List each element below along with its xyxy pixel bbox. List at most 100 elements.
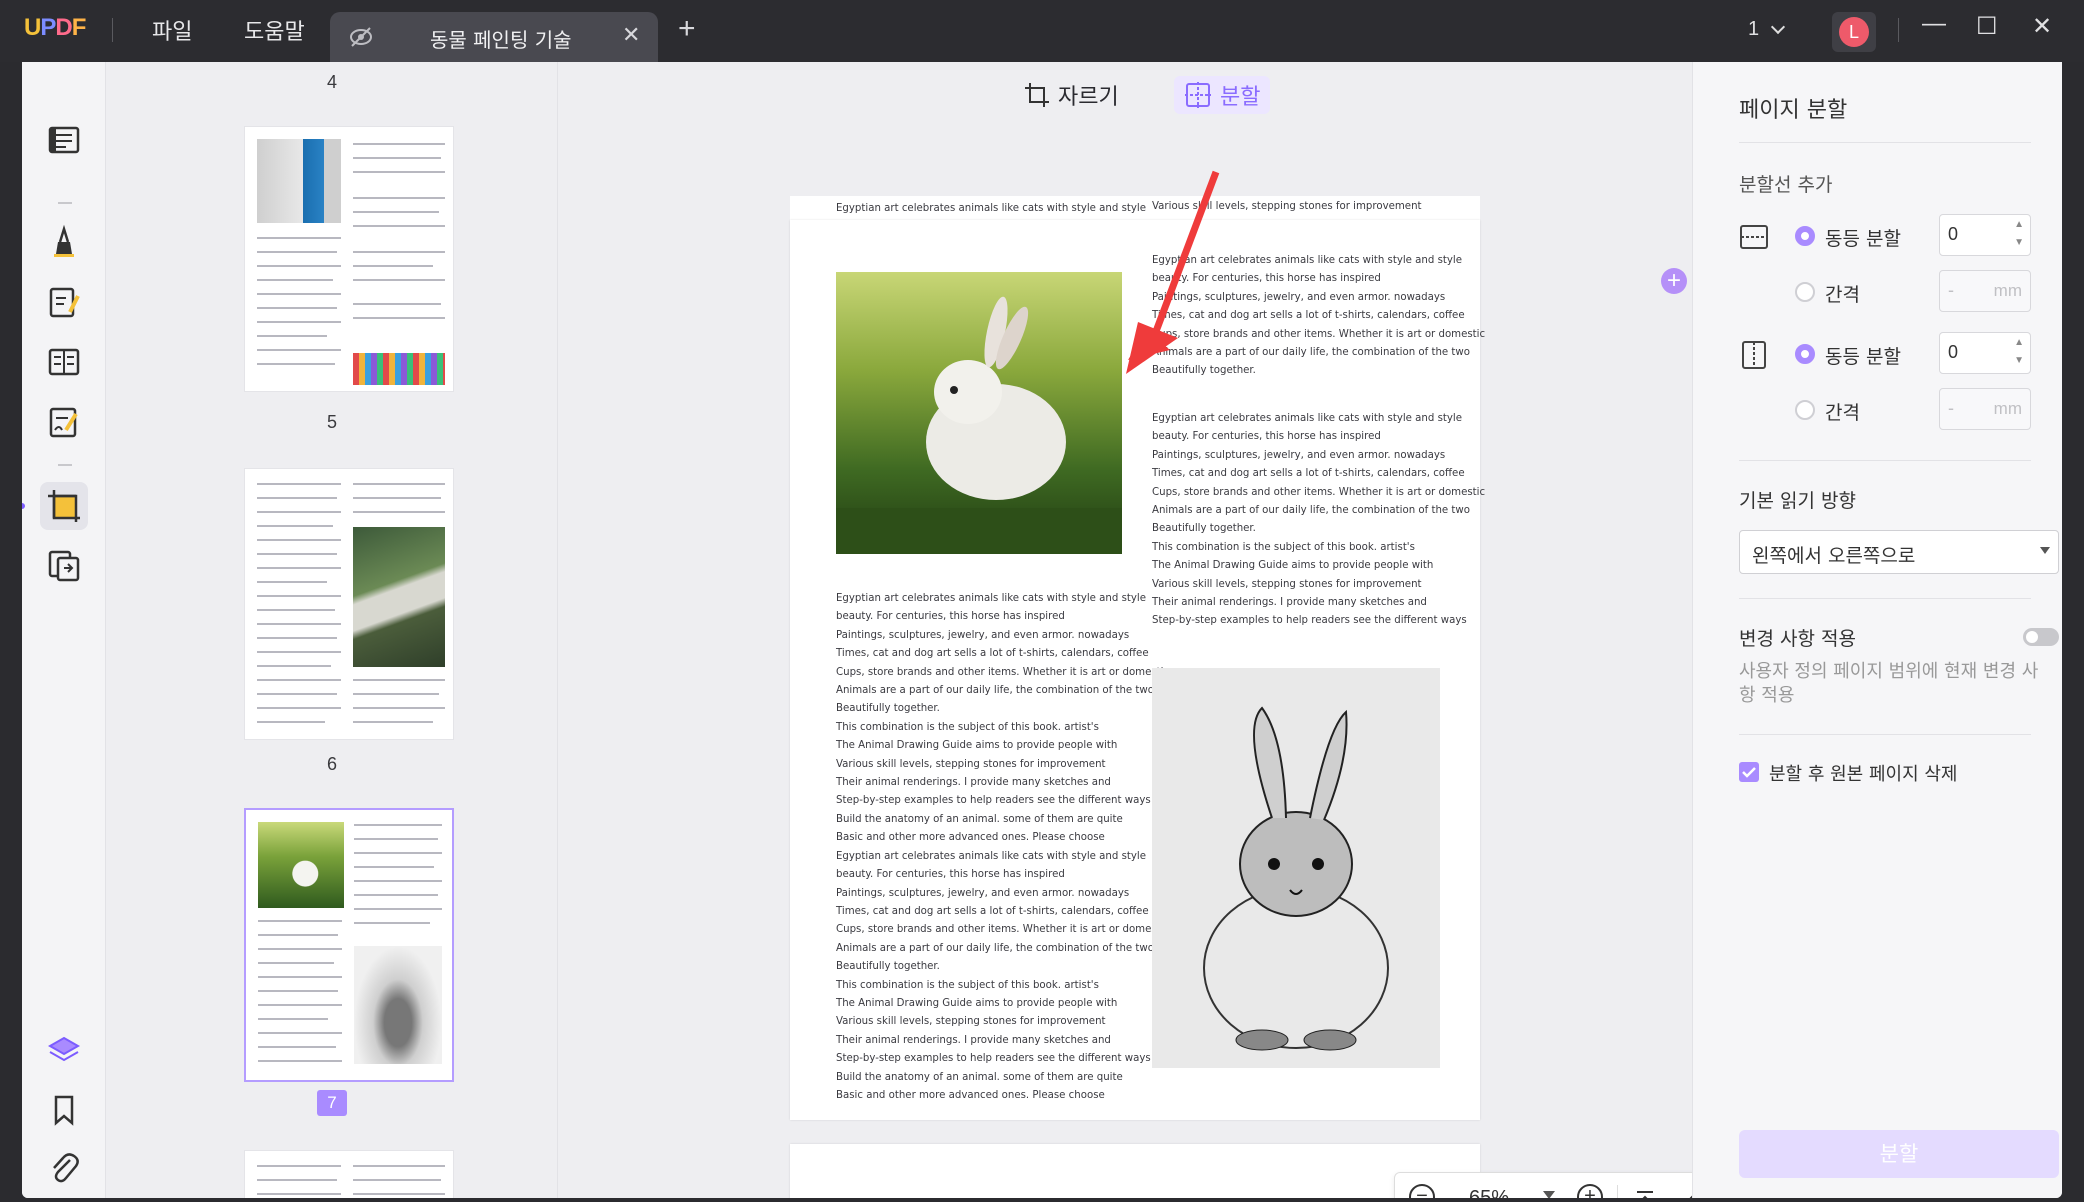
stepper-down-icon[interactable]: ▼ xyxy=(2014,355,2024,366)
add-split-lines-heading: 분할선 추가 xyxy=(1739,174,1833,196)
zoom-out-button[interactable]: − xyxy=(1409,1184,1435,1198)
toolbar-divider xyxy=(58,202,72,204)
close-window-button[interactable]: ✕ xyxy=(2032,12,2052,41)
stepper-down-icon[interactable]: ▼ xyxy=(2014,237,2024,248)
h-interval-radio[interactable] xyxy=(1795,282,1815,302)
text-line xyxy=(354,894,438,896)
page-thumbnail-8[interactable] xyxy=(244,1150,454,1198)
split-button[interactable]: 분할 xyxy=(1174,76,1271,114)
crop-label: 자르기 xyxy=(1058,85,1119,110)
text-line xyxy=(353,171,445,173)
thumbnail-image xyxy=(258,822,344,908)
text-line xyxy=(257,483,341,485)
avatar-letter: L xyxy=(1839,17,1869,47)
v-interval-input[interactable]: - mm xyxy=(1939,388,2031,430)
text-line xyxy=(257,321,341,323)
text-line xyxy=(354,824,442,826)
page-text-right-2: Egyptian art celebrates animals like cat… xyxy=(1152,413,1486,627)
fill-sign-icon[interactable] xyxy=(46,404,82,440)
text-line xyxy=(353,721,433,723)
text-line xyxy=(257,279,333,281)
chevron-down-icon xyxy=(2040,547,2050,554)
text-line xyxy=(257,293,341,295)
v-equal-split-input[interactable]: 0 ▲ ▼ xyxy=(1939,332,2031,374)
stepper-up-icon[interactable]: ▲ xyxy=(2014,337,2024,348)
delete-original-checkbox[interactable] xyxy=(1739,762,1759,782)
reading-direction-select[interactable]: 왼쪽에서 오른쪽으로 xyxy=(1739,530,2059,574)
apply-changes-description: 사용자 정의 페이지 범위에 현재 변경 사항 적용 xyxy=(1739,661,2039,706)
reader-icon[interactable] xyxy=(46,122,82,158)
text-line xyxy=(257,525,333,527)
vertical-split-icon xyxy=(1742,341,1766,369)
text-line xyxy=(257,609,335,611)
text-line xyxy=(258,976,342,978)
text-line xyxy=(353,497,441,499)
text-line xyxy=(257,307,337,309)
maximize-button[interactable]: ☐ xyxy=(1976,12,1998,41)
tab-close-icon[interactable]: ✕ xyxy=(622,22,640,48)
text-line xyxy=(257,1165,341,1167)
text-line xyxy=(353,225,445,227)
menu-file[interactable]: 파일 xyxy=(152,14,192,46)
reading-direction-heading: 기본 읽기 방향 xyxy=(1739,490,1856,512)
v-interval-radio[interactable] xyxy=(1795,400,1815,420)
text-line xyxy=(257,693,337,695)
minimize-button[interactable]: — xyxy=(1922,10,1946,38)
document-view: 자르기 분할 Egyptian art celebrates animals l… xyxy=(558,62,2030,1198)
divider xyxy=(1739,460,2031,461)
apply-changes-toggle[interactable] xyxy=(2023,628,2059,646)
highlighter-icon[interactable] xyxy=(46,224,82,260)
thumbnail-label: 4 xyxy=(326,72,337,92)
h-interval-input[interactable]: - mm xyxy=(1939,270,2031,312)
page-thumbnail-5[interactable] xyxy=(244,126,454,392)
text-line xyxy=(354,922,430,924)
menu-help[interactable]: 도움말 xyxy=(244,14,305,46)
bookmark-icon[interactable] xyxy=(46,1092,82,1128)
avatar[interactable]: L xyxy=(1832,12,1876,52)
toolbar-divider xyxy=(58,464,72,466)
h-equal-split-radio[interactable] xyxy=(1795,226,1815,246)
updf-logo: UPDF xyxy=(24,14,86,41)
delete-original-label: 분할 후 원본 페이지 삭제 xyxy=(1769,764,1958,785)
text-line xyxy=(257,721,325,723)
attachment-icon[interactable] xyxy=(46,1150,82,1186)
first-page-icon[interactable] xyxy=(1635,1189,1655,1198)
page-thumbnail-7-selected[interactable] xyxy=(244,808,454,1082)
thumbnail-image xyxy=(354,946,442,1064)
window-count-selector[interactable]: 1 xyxy=(1748,18,1785,41)
h-equal-split-input[interactable]: 0 ▲ ▼ xyxy=(1939,214,2031,256)
zoom-in-button[interactable]: + xyxy=(1577,1184,1603,1198)
convert-icon[interactable] xyxy=(46,548,82,584)
h-equal-split-label: 동등 분할 xyxy=(1825,228,1901,250)
page-thumbnail-6[interactable] xyxy=(244,468,454,740)
crop-split-icon[interactable] xyxy=(46,488,82,524)
crop-button[interactable]: 자르기 xyxy=(1014,76,1129,114)
text-line xyxy=(353,693,439,695)
layers-icon[interactable] xyxy=(46,1032,82,1068)
edit-pdf-icon[interactable] xyxy=(46,284,82,320)
text-line xyxy=(257,1179,337,1181)
text-line xyxy=(257,567,341,569)
v-equal-split-radio[interactable] xyxy=(1795,344,1815,364)
text-line xyxy=(353,511,445,513)
zoom-value[interactable]: 65% xyxy=(1469,1187,1509,1198)
page-text-left: Egyptian art celebrates animals like cat… xyxy=(836,593,1170,1101)
text-line xyxy=(257,1193,341,1195)
app-body: 4 5 6 7 자르기 분할 Egyptian art celebrates a… xyxy=(22,62,2062,1198)
text-line xyxy=(353,279,445,281)
form-icon[interactable] xyxy=(46,344,82,380)
panel-title: 페이지 분할 xyxy=(1739,98,1848,123)
text-line xyxy=(257,511,341,513)
v-equal-split-label: 동등 분할 xyxy=(1825,346,1901,368)
split-submit-button[interactable]: 분할 xyxy=(1739,1130,2059,1178)
text-line xyxy=(258,1018,328,1020)
add-split-line-button[interactable]: + xyxy=(1661,268,1687,294)
text-line xyxy=(353,317,445,319)
zoom-dropdown-icon[interactable] xyxy=(1543,1191,1555,1198)
text-line xyxy=(353,157,441,159)
split-label: 분할 xyxy=(1220,85,1261,110)
divider xyxy=(1739,734,2031,735)
document-tab[interactable]: 동물 페인팅 기술 ✕ xyxy=(330,12,658,62)
stepper-up-icon[interactable]: ▲ xyxy=(2014,219,2024,230)
new-tab-button[interactable]: + xyxy=(678,14,696,44)
